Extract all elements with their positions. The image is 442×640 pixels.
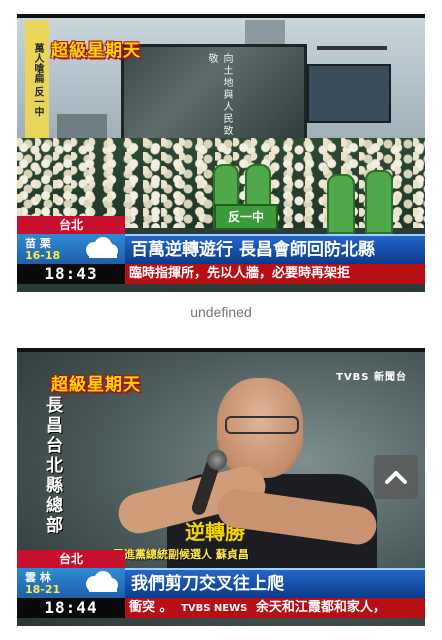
ticker-brand: TVBS NEWS [181,603,248,614]
weather-temperature: 16-18 [25,249,61,262]
side-screen [307,64,391,123]
microphone-icon [207,450,227,470]
stage-truss [317,46,387,50]
ticker-bar: 衝突 。 TVBS NEWS 余天和江霞都和家人， [125,598,425,618]
ticker-bar: 臨時指揮所，先以人牆，必要時再架拒 [125,264,425,284]
show-title: 超級星期天 [51,375,141,395]
ticker-text-right: 余天和江霞都和家人， [255,600,386,615]
city-label: 台北 [17,550,125,568]
headline-bar: 百萬逆轉遊行 長昌會師回防北縣 [125,234,425,264]
cloud-icon [86,571,118,592]
cloud-icon [86,237,118,258]
scroll-to-top-button[interactable] [374,455,418,499]
weather-box: 雲 林 18-21 [17,568,125,598]
page: 萬人嗆扁 反一中 向土地與人民致敬 反一中 超級星期天 台北 苗 栗 16-18… [0,0,442,640]
weather-box: 苗 栗 16-18 [17,234,125,264]
cactus-prop [365,170,393,234]
news-screenshot-2[interactable]: 超級星期天 TVBS 新聞台 長昌台北縣總部 逆轉勝 民進黨總統副候選人 蘇貞昌… [17,348,425,626]
clock: 18:44 [17,598,125,618]
top-bar [17,14,425,18]
show-title: 超級星期天 [51,41,141,61]
city-label: 台北 [17,216,125,234]
headline-bar: 我們剪刀交叉往上爬 [125,568,425,598]
news-screenshot-1[interactable]: 萬人嗆扁 反一中 向土地與人民致敬 反一中 超級星期天 台北 苗 栗 16-18… [17,14,425,292]
chevron-up-icon [385,471,407,484]
clock: 18:43 [17,264,125,284]
stage-screen: 向土地與人民致敬 [121,44,307,150]
speaker-caption: 民進黨總統副候選人 蘇貞昌 [113,548,249,561]
image-caption: undefined [190,304,252,320]
vertical-caption: 長昌台北縣總部 [42,396,62,536]
channel-logo: TVBS 新聞台 [336,372,407,383]
top-bar [17,348,425,352]
weather-temperature: 18-21 [25,583,61,596]
ticker-text-left: 衝突 。 [129,600,173,615]
protest-sign: 反一中 [214,204,278,230]
glasses [225,416,299,434]
stage-screen-text: 向土地與人民致敬 [206,53,232,137]
vertical-banner: 萬人嗆扁 反一中 [25,20,49,140]
cactus-prop [327,174,355,234]
